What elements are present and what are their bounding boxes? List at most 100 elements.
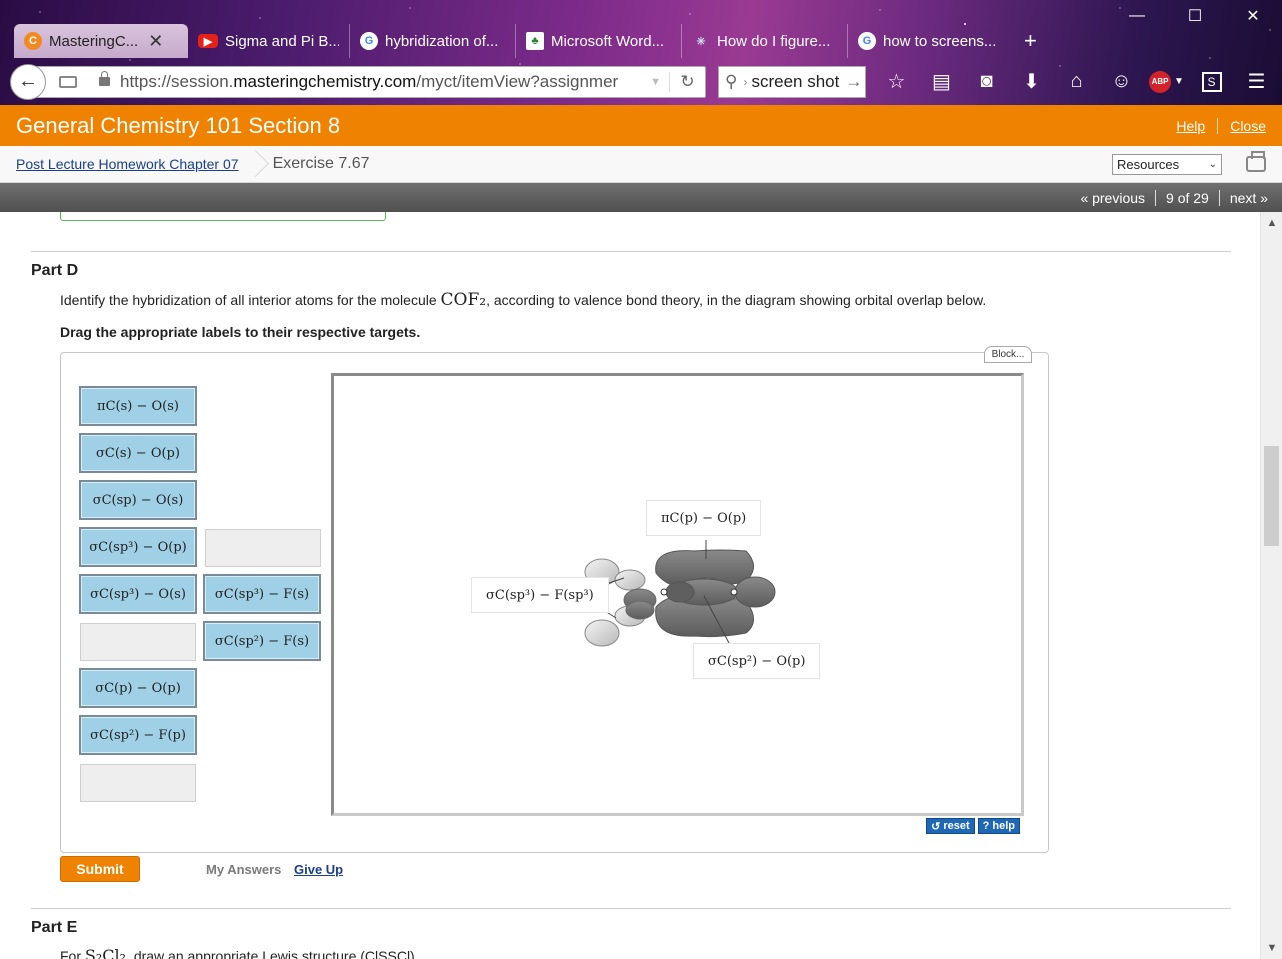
tab-label: hybridization of... <box>385 32 499 50</box>
breadcrumb: Post Lecture Homework Chapter 07 Exercis… <box>0 146 1282 183</box>
close-tab-icon[interactable]: ✕ <box>148 31 163 52</box>
tab-sigma-pi[interactable]: ▶ Sigma and Pi B... <box>188 24 350 58</box>
label-chip[interactable]: σC(sp²) − F(p) <box>79 715 197 755</box>
label-chip[interactable]: σC(s) − O(p) <box>79 433 197 473</box>
oxygen-nucleus <box>730 588 738 596</box>
pocket-icon[interactable]: ◙ <box>964 64 1009 100</box>
header-separator <box>1217 117 1219 134</box>
resources-label: Resources <box>1117 156 1180 172</box>
search-text: screen shot <box>751 71 840 91</box>
label-chip[interactable]: πC(s) − O(s) <box>79 386 197 426</box>
resources-select[interactable]: Resources ⌄ <box>1112 153 1222 175</box>
maximize-icon[interactable]: ☐ <box>1166 0 1224 32</box>
reader-view-icon[interactable] <box>59 75 77 88</box>
url-text: https://session.masteringchemistry.com/m… <box>120 72 642 92</box>
url-bar[interactable]: https://session.masteringchemistry.com/m… <box>32 65 706 98</box>
tab-how-to-screenshot[interactable]: G how to screens... <box>848 24 1014 58</box>
url-path: /myct/itemView?assignmer <box>416 71 619 91</box>
target-label-sigma-c-o[interactable]: σC(sp²) − O(p) <box>693 643 821 679</box>
dropdown-arrow-icon[interactable]: ▼ <box>642 76 669 88</box>
part-e-title: Part E <box>31 919 78 936</box>
tab-label: How do I figure... <box>717 32 831 50</box>
next-link[interactable]: next » <box>1220 190 1282 206</box>
tab-masteringchemistry[interactable]: C MasteringC... ✕ <box>14 24 188 58</box>
printer-icon[interactable] <box>1246 151 1266 172</box>
reload-icon[interactable]: ↻ <box>669 71 705 92</box>
tab-bar: C MasteringC... ✕ ▶ Sigma and Pi B... G … <box>14 22 1047 58</box>
empty-label-slot <box>80 764 196 802</box>
tab-how-do-i-figure[interactable]: ✳ How do I figure... <box>682 24 848 58</box>
drag-instruction: Drag the appropriate labels to their res… <box>60 324 421 340</box>
url-prefix: https://session. <box>120 71 234 91</box>
molecule-formula: S₂Cl₂ <box>84 946 127 959</box>
drag-drop-workarea: Block... πC(s) − O(s) σC(s) − O(p) σC(sp… <box>60 346 1049 853</box>
course-title: General Chemistry 101 Section 8 <box>16 112 341 138</box>
adblock-icon[interactable]: ABP ▼ <box>1144 64 1189 100</box>
reading-list-icon[interactable]: ▤ <box>919 64 964 100</box>
sparkle-icon: ✳ <box>696 35 706 48</box>
divider <box>31 251 1231 252</box>
menu-icon[interactable]: ☰ <box>1234 64 1279 100</box>
question-icon: ? <box>982 820 990 832</box>
back-arrow-icon[interactable]: ← <box>10 63 46 100</box>
oxygen-lobe <box>734 576 776 608</box>
help-button[interactable]: ? help <box>977 818 1020 834</box>
reset-button[interactable]: ↺ reset <box>926 818 975 834</box>
tab-label: Microsoft Word... <box>551 32 665 50</box>
submit-button[interactable]: Submit <box>60 856 140 882</box>
close-link[interactable]: Close <box>1218 118 1282 134</box>
scroll-down-icon[interactable]: ▼ <box>1261 939 1282 957</box>
page-scrollbar[interactable]: ▲ ▼ <box>1260 212 1282 959</box>
minimize-icon[interactable]: — <box>1108 0 1166 32</box>
close-window-icon[interactable]: ✕ <box>1224 0 1282 32</box>
reset-label: reset <box>943 820 970 832</box>
home-icon[interactable]: ⌂ <box>1054 64 1099 100</box>
prompt-text: For <box>60 948 85 959</box>
scrollbar-thumb[interactable] <box>1264 446 1279 546</box>
breadcrumb-assignment-link[interactable]: Post Lecture Homework Chapter 07 <box>16 156 239 172</box>
orbital-overlap-diagram <box>584 540 776 647</box>
browser-chrome: — ☐ ✕ C MasteringC... ✕ ▶ Sigma and Pi B… <box>0 0 1282 105</box>
google-icon: G <box>360 32 378 50</box>
label-chip[interactable]: σC(sp³) − O(p) <box>79 527 197 567</box>
empty-label-slot <box>205 529 321 567</box>
smiley-icon[interactable]: ☺ <box>1099 64 1144 100</box>
part-d-title: Part D <box>31 262 79 279</box>
block-button[interactable]: Block... <box>984 346 1032 363</box>
tab-hybridization[interactable]: G hybridization of... <box>350 24 516 58</box>
target-label-pi-bond[interactable]: πC(p) − O(p) <box>646 500 762 536</box>
label-chip[interactable]: σC(sp²) − F(s) <box>203 621 321 661</box>
page-position: 9 of 29 <box>1166 189 1209 206</box>
previous-part-answer-box <box>60 212 386 221</box>
leaf-icon: ♣ <box>526 32 544 50</box>
screenshot-extension-icon[interactable]: S <box>1189 64 1234 100</box>
label-chip[interactable]: σC(p) − O(p) <box>79 668 197 708</box>
google-icon: G <box>858 32 876 50</box>
tab-microsoft-word[interactable]: ♣ Microsoft Word... <box>516 24 682 58</box>
give-up-link[interactable]: Give Up <box>294 862 343 877</box>
search-go-icon[interactable]: → <box>845 72 862 92</box>
bookmark-star-icon[interactable]: ☆ <box>874 64 919 100</box>
label-chip[interactable]: σC(sp³) − F(s) <box>203 574 321 614</box>
reset-icon: ↺ <box>931 820 941 833</box>
navigation-bar: ← https://session.masteringchemistry.com… <box>0 58 1282 105</box>
mastering-icon: C <box>24 32 42 50</box>
label-chip[interactable]: σC(sp³) − O(s) <box>79 574 197 614</box>
divider <box>31 908 1231 909</box>
breadcrumb-chevron-icon <box>249 146 263 183</box>
target-label-c-f-bond[interactable]: σC(sp³) − F(sp³) <box>471 577 609 613</box>
scroll-up-icon[interactable]: ▲ <box>1261 214 1282 232</box>
empty-label-slot <box>80 623 196 661</box>
prompt-text: , draw an appropriate Lewis structure (C… <box>126 948 419 959</box>
pager-bar: « previous 9 of 29 next » <box>0 183 1282 212</box>
youtube-icon: ▶ <box>198 34 218 48</box>
toolbar-icons: ☆ ▤ ◙ ⬇ ⌂ ☺ ABP ▼ S ☰ <box>874 64 1279 100</box>
search-bar[interactable]: ⚲ › screen shot → <box>718 65 866 98</box>
label-chip[interactable]: σC(sp) − O(s) <box>79 480 197 520</box>
help-link[interactable]: Help <box>1164 118 1217 134</box>
my-answers-label: My Answers <box>206 862 282 877</box>
previous-link[interactable]: « previous <box>1070 190 1155 206</box>
download-icon[interactable]: ⬇ <box>1009 64 1054 100</box>
search-engine-chevron-icon: › <box>743 74 748 89</box>
new-tab-icon[interactable]: + <box>1014 24 1047 58</box>
